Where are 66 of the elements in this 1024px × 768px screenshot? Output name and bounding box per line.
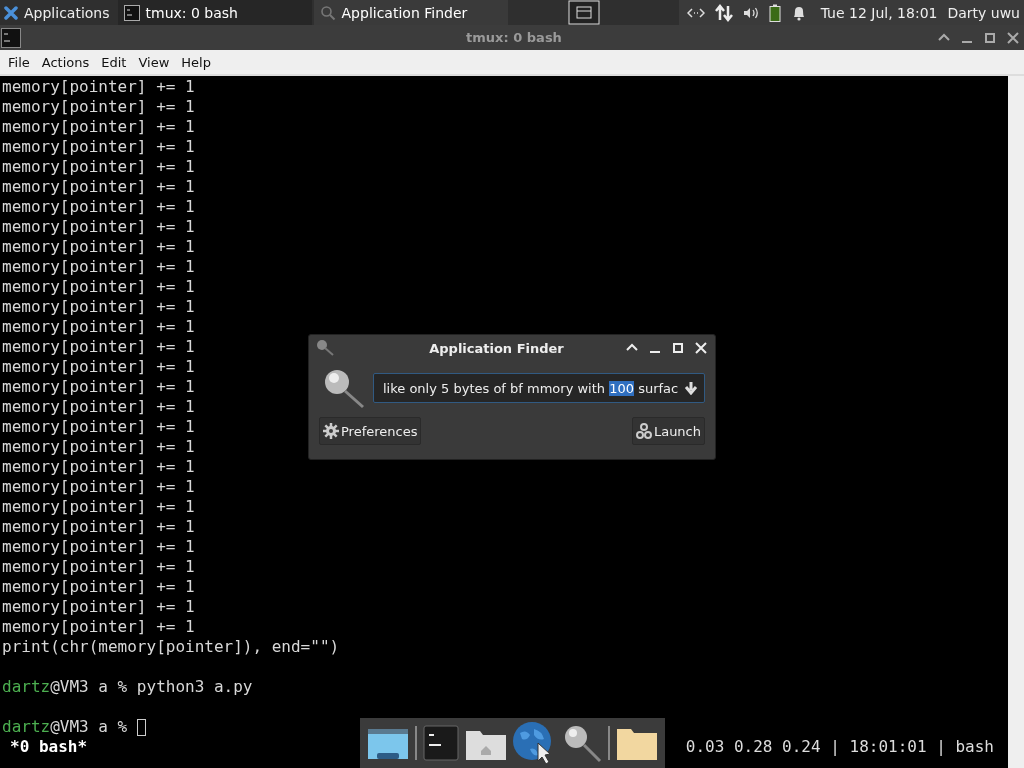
tmux-status-info: 0.03 0.28 0.24 | 18:01:01 | bash bbox=[685, 737, 994, 757]
terminal-line: memory[pointer] += 1 bbox=[1, 397, 195, 417]
menu-item[interactable]: Actions bbox=[35, 54, 96, 70]
volume-icon[interactable] bbox=[742, 5, 759, 20]
terminal-line: memory[pointer] += 1 bbox=[1, 537, 195, 557]
terminal-icon bbox=[1, 27, 21, 48]
menu-item[interactable]: View bbox=[132, 54, 176, 70]
gears-icon bbox=[635, 423, 652, 439]
terminal-line: memory[pointer] += 1 bbox=[1, 277, 195, 297]
terminal-line: memory[pointer] += 1 bbox=[1, 297, 195, 317]
terminal-line: print(chr(memory[pointer]), end="") bbox=[1, 637, 340, 657]
dialog-button[interactable]: Launch bbox=[631, 417, 705, 445]
terminal-line: memory[pointer] += 1 bbox=[1, 157, 195, 177]
transfer-arrows-icon[interactable] bbox=[714, 3, 733, 22]
window-title: tmux: 0 bash bbox=[465, 30, 563, 45]
terminal-line: memory[pointer] += 1 bbox=[1, 497, 195, 517]
terminal-icon bbox=[123, 4, 140, 21]
maximize-button[interactable] bbox=[983, 30, 997, 45]
close-button[interactable] bbox=[1006, 30, 1020, 45]
search-icon bbox=[319, 4, 336, 21]
terminal-line: memory[pointer] += 1 bbox=[1, 417, 195, 437]
tmux-window-label: *0 bash* bbox=[10, 737, 88, 757]
terminal-line: memory[pointer] += 1 bbox=[1, 137, 195, 157]
prompt-user: dartz bbox=[2, 677, 51, 697]
terminal-icon[interactable] bbox=[422, 725, 459, 761]
applications-menu[interactable]: Applications bbox=[0, 0, 114, 25]
search-field[interactable]: like only 5 bytes of bf mmory with 100 surfac bbox=[373, 373, 705, 403]
terminal-line: memory[pointer] += 1 bbox=[1, 197, 195, 217]
maximize-button[interactable] bbox=[672, 342, 684, 354]
terminal-line: memory[pointer] += 1 bbox=[1, 377, 195, 397]
network-icon[interactable] bbox=[686, 5, 705, 20]
dialog-button[interactable]: Preferences bbox=[319, 417, 422, 445]
terminal-line: memory[pointer] += 1 bbox=[1, 357, 195, 377]
terminal-line: memory[pointer] += 1 bbox=[1, 517, 195, 537]
menu-item[interactable]: Help bbox=[175, 54, 217, 70]
scrollbar[interactable] bbox=[1008, 76, 1024, 768]
terminal-line: memory[pointer] += 1 bbox=[1, 257, 195, 277]
down-arrow-icon[interactable] bbox=[684, 381, 698, 395]
magnifier-icon[interactable] bbox=[562, 723, 603, 763]
terminal-line: memory[pointer] += 1 bbox=[1, 597, 195, 617]
user-name[interactable]: Darty uwu bbox=[947, 4, 1020, 21]
terminal-line: memory[pointer] += 1 bbox=[1, 77, 195, 97]
terminal-line: memory[pointer] += 1 bbox=[1, 97, 195, 117]
terminal-line: memory[pointer] += 1 bbox=[1, 557, 195, 577]
dialog-title: Application Finder bbox=[428, 340, 565, 356]
clock[interactable]: Tue 12 Jul, 18:01 bbox=[820, 4, 938, 21]
x-logo-icon bbox=[4, 5, 18, 20]
terminal-line: @VM3 a % python3 a.py bbox=[50, 677, 253, 697]
workspace-switcher-icon[interactable] bbox=[567, 0, 600, 25]
menu-item[interactable]: Edit bbox=[95, 54, 133, 70]
terminal-line: memory[pointer] += 1 bbox=[1, 477, 195, 497]
terminal-line: memory[pointer] += 1 bbox=[1, 577, 195, 597]
terminal-line: memory[pointer] += 1 bbox=[1, 117, 195, 137]
battery-icon[interactable] bbox=[768, 3, 781, 22]
terminal-line: memory[pointer] += 1 bbox=[1, 337, 195, 357]
terminal-line: memory[pointer] += 1 bbox=[1, 217, 195, 237]
prompt-user: dartz bbox=[2, 717, 51, 737]
terminal-line: memory[pointer] += 1 bbox=[1, 177, 195, 197]
terminal-line: memory[pointer] += 1 bbox=[1, 317, 195, 337]
menu-item[interactable]: File bbox=[2, 54, 36, 70]
terminal-line: memory[pointer] += 1 bbox=[1, 617, 195, 637]
terminal-line: memory[pointer] += 1 bbox=[1, 237, 195, 257]
gear-icon bbox=[323, 423, 339, 439]
terminal-line: @VM3 a % bbox=[50, 717, 129, 737]
terminal-line: memory[pointer] += 1 bbox=[1, 437, 195, 457]
terminal-line: memory[pointer] += 1 bbox=[1, 457, 195, 477]
